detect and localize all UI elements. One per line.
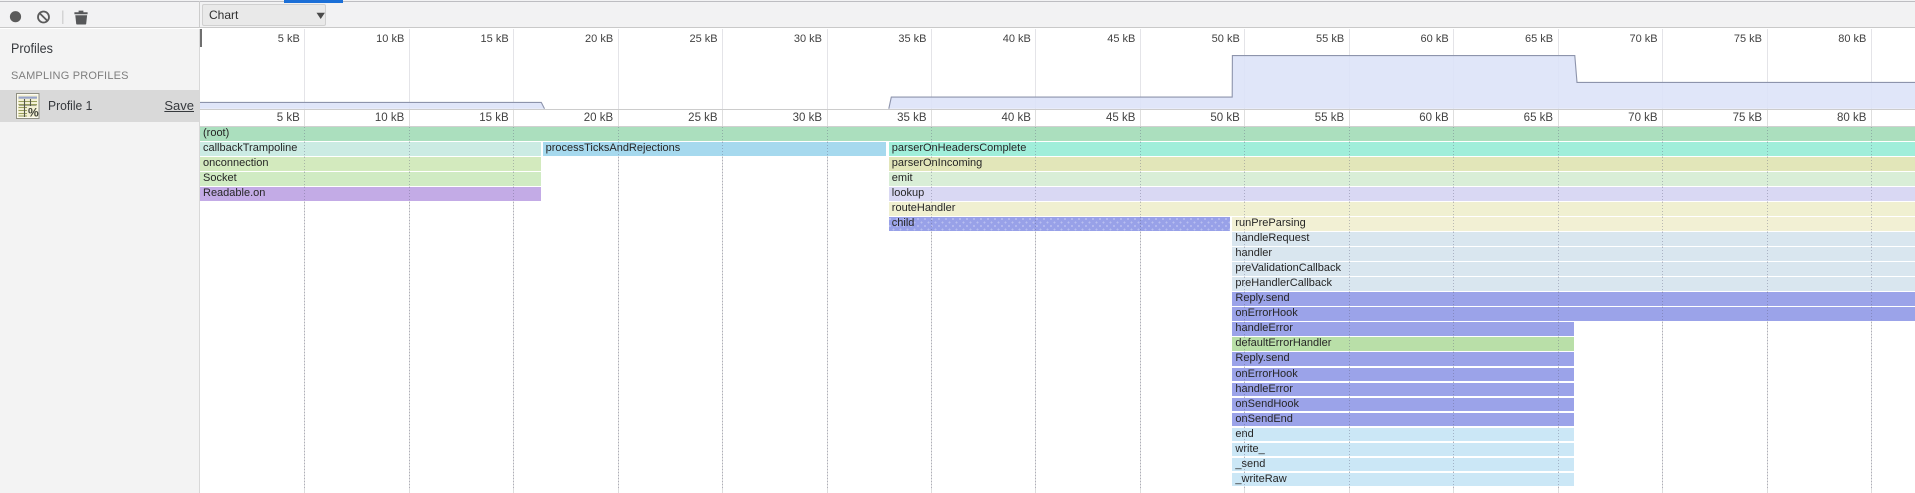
svg-text:%: % xyxy=(28,105,39,119)
